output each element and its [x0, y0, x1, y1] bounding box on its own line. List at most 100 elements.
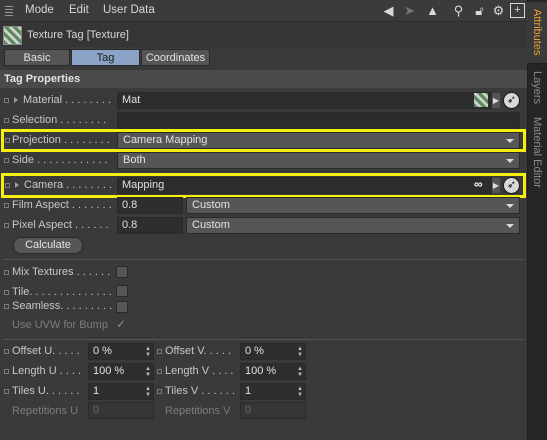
side-tab-material-editor[interactable]: Material Editor	[527, 112, 547, 192]
mix-textures-label: Mix Textures . . . . . .	[12, 266, 111, 278]
length-u-input[interactable]: 100 % ▲ ▼	[88, 363, 154, 380]
spin-arrows-icon[interactable]: ▲ ▼	[297, 366, 303, 378]
material-label: Material . . . . . . . .	[23, 94, 112, 106]
menu-edit[interactable]: Edit	[69, 4, 89, 16]
keyframe-bullet[interactable]	[4, 223, 9, 228]
tiles-v-input[interactable]: 1 ▲ ▼	[240, 383, 306, 400]
material-value: Mat	[122, 94, 141, 106]
film-aspect-label: Film Aspect . . . . . . .	[12, 199, 112, 211]
repetitions-v-value: 0	[245, 404, 252, 416]
seamless-label: Seamless. . . . . . . . . .	[12, 300, 116, 312]
use-uvw-label: Use UVW for Bump	[12, 319, 108, 331]
mix-textures-checkbox[interactable]	[116, 266, 128, 278]
texture-tag-icon	[3, 26, 22, 45]
repetitions-u-value: 0	[93, 404, 100, 416]
keyframe-bullet[interactable]	[4, 270, 9, 275]
keyframe-bullet[interactable]	[4, 349, 9, 354]
pick-object-icon[interactable]: ➶	[503, 177, 520, 194]
keyframe-bullet[interactable]	[4, 203, 9, 208]
length-u-label: Length U . . . .	[12, 365, 82, 377]
keyframe-bullet[interactable]	[4, 290, 9, 295]
panel-grip-icon[interactable]	[5, 6, 13, 16]
length-v-input[interactable]: 100 % ▲ ▼	[240, 363, 306, 380]
keyframe-bullet[interactable]	[4, 389, 9, 394]
keyframe-bullet[interactable]	[5, 183, 10, 188]
tab-basic[interactable]: Basic	[4, 49, 70, 66]
offset-v-label: Offset V. . . . .	[165, 345, 232, 357]
repetitions-v-input: 0	[240, 402, 306, 419]
keyframe-bullet[interactable]	[4, 369, 9, 374]
pixel-aspect-label: Pixel Aspect . . . . . .	[12, 219, 109, 231]
arrow-right-icon[interactable]: ➤	[402, 3, 417, 18]
object-title: Texture Tag [Texture]	[27, 29, 129, 41]
length-v-value: 100 %	[245, 365, 277, 377]
keyframe-bullet[interactable]	[4, 304, 9, 309]
chevron-down-icon	[506, 204, 514, 208]
keyframe-bullet[interactable]	[4, 118, 9, 123]
spin-arrows-icon[interactable]: ▲ ▼	[297, 346, 303, 358]
film-aspect-input[interactable]: 0.8	[117, 197, 183, 214]
spin-arrows-icon[interactable]: ▲ ▼	[145, 346, 151, 358]
tiles-u-value: 1	[93, 385, 100, 397]
arrow-left-icon[interactable]: ◀	[381, 3, 396, 18]
repetitions-u-input: 0	[88, 402, 154, 419]
offset-u-label: Offset U. . . . .	[12, 345, 80, 357]
link-arrow-icon[interactable]: ▶	[492, 178, 500, 193]
link-arrow-icon[interactable]: ▶	[492, 93, 500, 108]
settings-icon[interactable]: ⚙	[491, 3, 506, 18]
selection-label: Selection . . . . . . . .	[12, 114, 107, 126]
divider	[4, 259, 523, 260]
pixel-aspect-dropdown[interactable]: Custom	[186, 217, 520, 234]
camera-value: Mapping	[122, 179, 165, 191]
keyframe-bullet[interactable]	[5, 138, 10, 143]
spin-arrows-icon[interactable]: ▲ ▼	[145, 366, 151, 378]
length-v-label: Length V . . . .	[165, 365, 234, 377]
tab-tag[interactable]: Tag	[71, 49, 140, 66]
projection-dropdown[interactable]: Camera Mapping	[117, 132, 520, 149]
pixel-aspect-value: 0.8	[122, 219, 138, 231]
tile-checkbox[interactable]	[116, 285, 128, 297]
material-thumbnail-icon	[474, 93, 488, 107]
lock-icon[interactable]: 🔓︎	[472, 3, 487, 18]
side-value: Both	[123, 154, 146, 166]
keyframe-bullet[interactable]	[157, 389, 162, 394]
search-icon[interactable]: ⚲	[451, 3, 466, 18]
material-field[interactable]: Mat	[117, 92, 492, 109]
expand-arrow-icon[interactable]	[15, 182, 19, 188]
seamless-checkbox[interactable]	[116, 301, 128, 313]
menu-mode[interactable]: Mode	[25, 4, 54, 16]
offset-v-input[interactable]: 0 % ▲ ▼	[240, 343, 306, 360]
side-label: Side . . . . . . . . . . . .	[12, 154, 108, 166]
offset-u-value: 0 %	[93, 345, 112, 357]
tiles-v-value: 1	[245, 385, 252, 397]
projection-value: Camera Mapping	[123, 134, 208, 146]
spin-arrows-icon[interactable]: ▲ ▼	[297, 386, 303, 398]
keyframe-bullet[interactable]	[4, 98, 9, 103]
film-aspect-dropdown[interactable]: Custom	[186, 197, 520, 214]
tiles-u-label: Tiles U. . . . . .	[12, 385, 80, 397]
side-tab-layers[interactable]: Layers	[527, 66, 547, 110]
chevron-down-icon	[506, 224, 514, 228]
spin-arrows-icon[interactable]: ▲ ▼	[145, 386, 151, 398]
selection-field[interactable]	[117, 112, 520, 129]
side-dropdown[interactable]: Both	[117, 152, 520, 169]
camera-field[interactable]: Mapping	[117, 177, 492, 194]
keyframe-bullet[interactable]	[157, 369, 162, 374]
offset-v-value: 0 %	[245, 345, 264, 357]
cursor-icon[interactable]: ▲	[425, 3, 440, 18]
repetitions-v-label: Repetitions V	[165, 405, 231, 417]
checkmark-icon[interactable]: ✓	[116, 317, 126, 331]
calculate-button[interactable]: Calculate	[13, 237, 83, 254]
keyframe-bullet[interactable]	[4, 158, 9, 163]
tiles-u-input[interactable]: 1 ▲ ▼	[88, 383, 154, 400]
side-tab-attributes[interactable]: Attributes	[527, 2, 547, 64]
camera-label: Camera . . . . . . . .	[24, 179, 113, 191]
pick-object-icon[interactable]: ➶	[503, 92, 520, 109]
offset-u-input[interactable]: 0 % ▲ ▼	[88, 343, 154, 360]
menu-user-data[interactable]: User Data	[103, 4, 155, 16]
expand-arrow-icon[interactable]	[14, 97, 18, 103]
tab-coordinates[interactable]: Coordinates	[141, 49, 210, 66]
pixel-aspect-input[interactable]: 0.8	[117, 217, 183, 234]
keyframe-bullet[interactable]	[157, 349, 162, 354]
new-panel-icon[interactable]: +	[510, 3, 525, 18]
